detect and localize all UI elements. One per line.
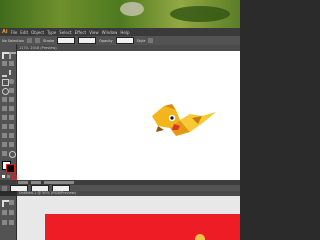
shape-builder-tool-icon[interactable] (2, 106, 7, 111)
bird-artwork[interactable] (150, 104, 220, 138)
menu-view[interactable]: View (89, 30, 99, 35)
hand-tool-icon[interactable] (2, 151, 7, 156)
fill-swatch-icon[interactable] (27, 38, 33, 43)
rotate-tool-icon[interactable] (2, 88, 9, 95)
tools-panel (0, 44, 17, 184)
magic-wand-tool-icon[interactable] (2, 61, 7, 66)
menu-edit[interactable]: Edit (20, 30, 28, 35)
direct-selection-tool-icon[interactable] (9, 200, 14, 205)
menu-bar: Ai File Edit Object Type Select Effect V… (0, 28, 240, 36)
artboard-tool-icon[interactable] (2, 142, 7, 147)
gradient-mode-icon[interactable] (7, 175, 10, 178)
mesh-tool-icon[interactable] (2, 115, 7, 120)
artboard-canvas-2[interactable] (17, 196, 240, 240)
brush-tool-icon[interactable] (9, 79, 14, 84)
perspective-grid-tool-icon[interactable] (9, 106, 14, 111)
blend-tool-icon[interactable] (9, 124, 14, 129)
background-photo (0, 0, 240, 28)
zoom-tool-icon[interactable] (9, 151, 16, 158)
opacity-input[interactable] (115, 37, 134, 44)
control-bar: No Selection Stroke Opacity Style (0, 36, 240, 45)
type-tool-icon[interactable] (9, 70, 16, 75)
menu-select[interactable]: Select (59, 30, 71, 35)
menu-help[interactable]: Help (120, 30, 129, 35)
rectangle-tool-icon[interactable] (2, 220, 7, 225)
app-logo: Ai (2, 29, 8, 35)
color-mode-icon[interactable] (2, 175, 5, 178)
selection-tool-icon[interactable] (2, 200, 9, 207)
style-label: Style (136, 38, 146, 43)
warp-tool-icon[interactable] (2, 97, 7, 102)
pen-tool-icon[interactable] (2, 70, 7, 77)
menu-object[interactable]: Object (31, 30, 44, 35)
menu-window[interactable]: Window (102, 30, 118, 35)
document-tab-label: Untitled-1 @ 50% (RGB/Preview) (19, 191, 77, 195)
stroke-swatch-icon[interactable] (35, 38, 41, 43)
selection-tool-icon[interactable] (2, 52, 9, 59)
eyedropper-tool-icon[interactable] (2, 124, 7, 129)
rectangle-tool-icon[interactable] (2, 79, 9, 86)
free-transform-tool-icon[interactable] (9, 97, 14, 102)
lasso-tool-icon[interactable] (9, 61, 14, 66)
red-artwork[interactable] (45, 214, 240, 240)
brush-definition-dropdown[interactable] (78, 37, 97, 44)
type-tool-icon[interactable] (9, 210, 14, 215)
brush-tool-icon[interactable] (9, 220, 14, 225)
slice-tool-icon[interactable] (9, 142, 14, 147)
scale-tool-icon[interactable] (9, 88, 14, 93)
photo-detail (120, 2, 144, 16)
pen-tool-icon[interactable] (2, 210, 7, 215)
gradient-tool-icon[interactable] (9, 115, 14, 120)
photo-detail (170, 6, 230, 22)
menu-effect[interactable]: Effect (75, 30, 87, 35)
selection-status: No Selection (2, 38, 25, 43)
fill-swatch-icon[interactable] (2, 185, 7, 191)
style-swatch-icon[interactable] (148, 38, 154, 43)
stroke-weight-input[interactable] (57, 37, 76, 44)
tools-panel-2 (0, 196, 16, 240)
direct-selection-tool-icon[interactable] (9, 52, 16, 59)
graph-tool-icon[interactable] (9, 133, 14, 138)
opacity-label: Opacity (99, 38, 113, 43)
symbol-sprayer-tool-icon[interactable] (2, 133, 7, 138)
menu-type[interactable]: Type (47, 30, 56, 35)
stroke-swatch-icon[interactable] (6, 164, 15, 173)
menu-file[interactable]: File (11, 30, 18, 35)
artwork-detail (195, 234, 205, 240)
document-tab-label: 1170- 2018 (Preview) (19, 46, 57, 50)
stroke-label: Stroke (43, 38, 55, 43)
